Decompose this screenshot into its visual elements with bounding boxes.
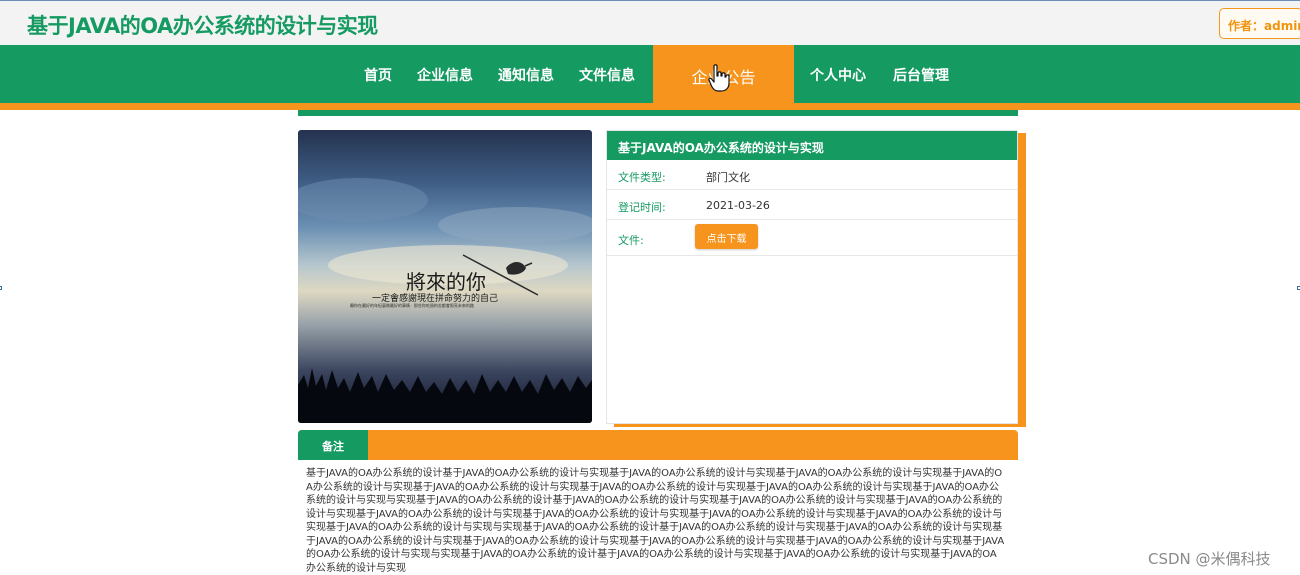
nav-item-file-info[interactable]: 文件信息: [579, 65, 635, 85]
nav-item-company-info[interactable]: 企业信息: [417, 65, 473, 85]
content-top-strip: [298, 110, 1018, 116]
file-label: 文件:: [618, 234, 644, 247]
remarks-content: 基于JAVA的OA办公系统的设计基于JAVA的OA办公系统的设计与实现基于JAV…: [306, 468, 1005, 574]
file-title: 基于JAVA的OA办公系统的设计与实现: [607, 131, 1017, 160]
selection-handle-left: [0, 286, 2, 290]
register-time-value: 2021-03-26: [706, 199, 770, 212]
nav-item-home[interactable]: 首页: [364, 65, 392, 85]
site-title: 基于JAVA的OA办公系统的设计与实现: [27, 14, 378, 38]
nav-item-personal-center[interactable]: 个人中心: [810, 65, 866, 85]
nav-item-admin[interactable]: 后台管理: [893, 65, 949, 85]
nav-underline: [0, 103, 1300, 110]
author-badge[interactable]: 作者：admin: [1219, 8, 1300, 39]
nav-item-notice-info[interactable]: 通知信息: [498, 65, 554, 85]
file-cover-image: 將來的你 一定會感謝現在拼命努力的自己 願你在最好的年紀裏做最好的事情 · 那些…: [298, 130, 592, 423]
remarks-header-bar: [298, 430, 1018, 460]
register-time-label: 登记时间:: [618, 201, 666, 214]
hand-pointer-icon: [708, 64, 730, 92]
info-row-file-type: 文件类型: 部门文化: [607, 160, 1017, 190]
image-caption-small: 願你在最好的年紀裏做最好的事情 · 那些你吃過的苦都會照亮未來的路: [350, 303, 474, 308]
file-type-label: 文件类型:: [618, 171, 666, 184]
file-type-value: 部门文化: [706, 171, 750, 184]
main-nav: 首页 企业信息 通知信息 文件信息 企业公告 个人中心 后台管理: [0, 45, 1300, 103]
info-row-file: 文件: 点击下载: [607, 220, 1017, 256]
top-header: 基于JAVA的OA办公系统的设计与实现 作者：admin: [0, 0, 1300, 45]
download-button[interactable]: 点击下载: [695, 224, 758, 249]
remarks-tab[interactable]: 备注: [298, 430, 368, 460]
file-info-card: 基于JAVA的OA办公系统的设计与实现 文件类型: 部门文化 登记时间: 202…: [606, 130, 1018, 424]
info-row-register-time: 登记时间: 2021-03-26: [607, 190, 1017, 220]
csdn-watermark: CSDN @米偶科技: [1148, 550, 1271, 568]
